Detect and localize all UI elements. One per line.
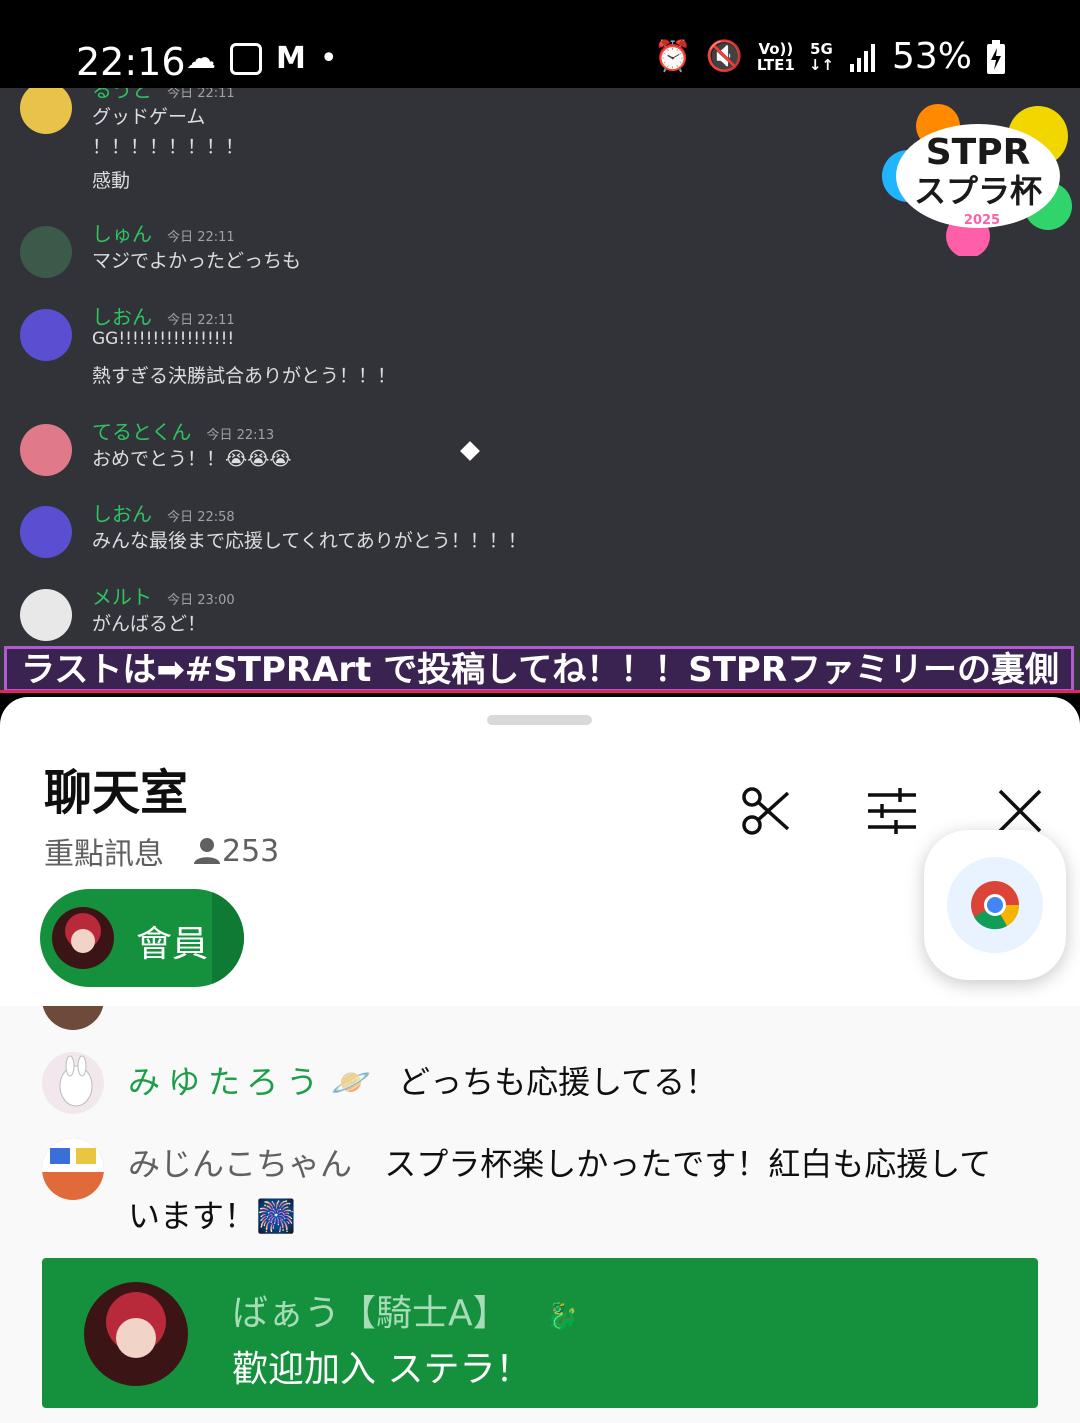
status-right-icons: ⏰ 🔇 Vo)) LTE1 5G ↓↑ 53%: [654, 36, 1006, 77]
battery-percent: 53%: [891, 36, 972, 77]
logo-year: 2025: [964, 213, 1000, 228]
logo-line1: STPR: [926, 132, 1031, 173]
mouse-cursor-icon: [460, 441, 480, 461]
timestamp: 今日 22:11: [167, 230, 235, 245]
avatar: [20, 226, 72, 278]
chrome-floating-bubble[interactable]: [924, 830, 1066, 980]
author-badge-icon: 🪐: [331, 1063, 372, 1101]
panel-title: 聊天室: [44, 765, 189, 821]
drag-handle[interactable]: [487, 715, 592, 725]
timestamp: 今日 22:11: [167, 313, 235, 328]
message-line: 熱すぎる決勝試合ありがとう！！！: [92, 365, 397, 387]
avatar: [42, 1052, 104, 1114]
news-ticker: ラストは➡#STPRArt で投稿してね！！！STPRファミリーの裏側: [4, 646, 1074, 692]
timestamp: 今日 22:11: [167, 88, 235, 101]
username: るうと: [92, 88, 152, 102]
message-line: 感動: [92, 170, 131, 192]
volte-top: Vo)): [758, 40, 794, 58]
cloud-icon: ☁: [186, 41, 216, 76]
status-bar: 22:16 ☁ M • ⏰ 🔇 Vo)) LTE1 5G ↓↑ 53%: [0, 0, 1080, 88]
member-badge-icon: 🐉: [546, 1302, 579, 1332]
username: しおん: [92, 502, 152, 526]
volte-icon: Vo)) LTE1: [757, 41, 795, 73]
avatar: [20, 506, 72, 558]
volte-bottom: LTE1: [756, 56, 795, 74]
member-chip-button[interactable]: 會員: [40, 889, 244, 987]
live-video-player[interactable]: るうと 今日 22:11 グッドゲーム ！！！！！！！！ 感動 しゅん 今日 2…: [0, 88, 1080, 692]
net-type: 5G: [810, 40, 833, 58]
member-avatar: [52, 907, 114, 969]
scissors-icon[interactable]: [740, 785, 792, 837]
alarm-icon: ⏰: [654, 39, 692, 74]
app-notification-icon: [230, 43, 262, 75]
username: しおん: [92, 305, 152, 329]
stpr-event-logo: STPR スプラ杯 2025: [882, 104, 1072, 256]
author-name[interactable]: ばぁう【騎士A】: [232, 1293, 509, 1334]
mute-icon: 🔇: [705, 39, 743, 74]
status-left-icons: ☁ M •: [186, 42, 338, 76]
net-arrows: ↓↑: [808, 56, 834, 74]
username: てるとくん: [92, 420, 192, 444]
message-line: ！！！！！！！！: [92, 136, 245, 158]
5g-icon: 5G ↓↑: [809, 41, 834, 73]
member-chip-label: 會員: [136, 924, 209, 965]
avatar: [20, 589, 72, 641]
settings-sliders-icon[interactable]: [866, 785, 918, 837]
message-text: どっちも応援してる！: [398, 1063, 718, 1101]
message-line: みんな最後まで応援してくれてありがとう！！！！: [92, 530, 527, 552]
battery-charging-icon: [987, 40, 1005, 74]
chrome-icon: [947, 857, 1043, 953]
username: メルト: [92, 585, 152, 609]
member-welcome-banner: ばぁう【騎士A】 🐉 歡迎加入 ステラ！: [42, 1258, 1038, 1408]
viewer-count-value: 253: [222, 833, 280, 869]
video-progress-bar[interactable]: [0, 690, 1080, 693]
message-line: グッドゲーム: [92, 106, 206, 128]
person-icon: [194, 838, 220, 864]
message-line: がんばるど！: [92, 613, 207, 635]
avatar: [20, 424, 72, 476]
message-line: おめでとう！！😭😭😭: [92, 448, 292, 470]
avatar: [20, 309, 72, 361]
message-line: GG!!!!!!!!!!!!!!!!!: [92, 329, 235, 349]
ticker-text: ラストは➡#STPRArt で投稿してね！！！STPRファミリーの裏側: [21, 650, 1060, 690]
welcome-text: 歡迎加入 ステラ！: [232, 1349, 532, 1390]
list-item: みゆたろう 🪐 どっちも応援してる！: [42, 1052, 1002, 1114]
chat-mode-selector[interactable]: 重點訊息: [44, 829, 164, 873]
author-name[interactable]: みじんこちゃん: [128, 1145, 352, 1183]
author-name[interactable]: みゆたろう: [128, 1063, 326, 1101]
gmail-icon: M: [276, 41, 306, 76]
signal-icon: [849, 44, 875, 72]
avatar: [84, 1282, 188, 1386]
timestamp: 今日 22:58: [167, 510, 235, 525]
viewer-count: 253: [192, 834, 279, 869]
timestamp: 今日 23:00: [167, 593, 235, 608]
dot-icon: •: [319, 41, 338, 76]
avatar: [20, 88, 72, 134]
avatar: [42, 1138, 104, 1200]
logo-line2: スプラ杯: [914, 172, 1042, 210]
avatar: [42, 1006, 104, 1030]
username: しゅん: [92, 222, 152, 246]
status-time: 22:16: [76, 40, 186, 84]
message-line: マジでよかったどっちも: [92, 250, 302, 272]
timestamp: 今日 22:13: [206, 428, 275, 443]
